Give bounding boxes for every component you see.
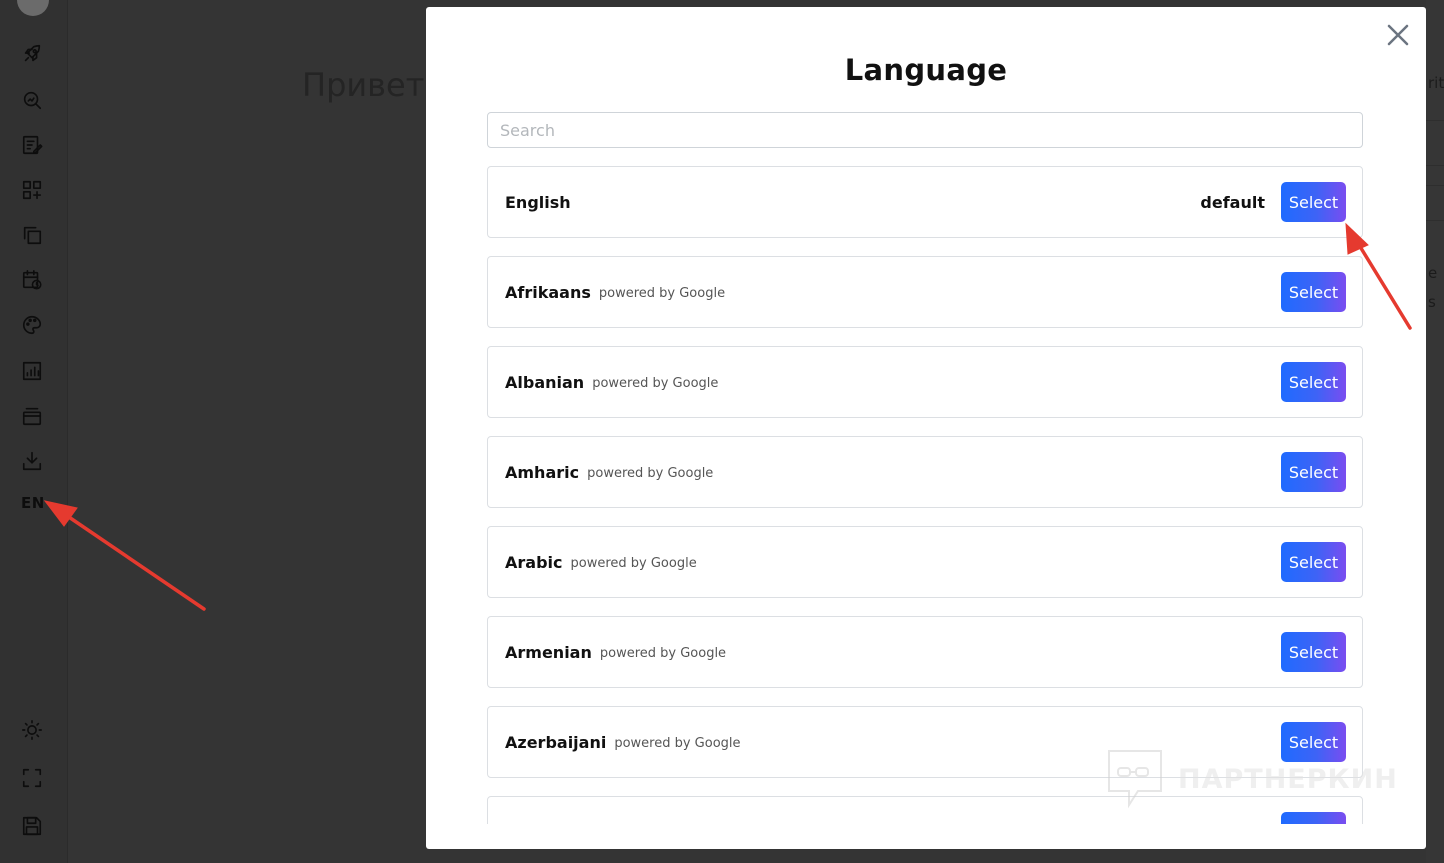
powered-by-label: powered by Google [599,645,727,661]
language-row-albanian: Albanian powered by Google Select [487,346,1363,418]
language-row-amharic: Amharic powered by Google Select [487,436,1363,508]
edit-note-icon[interactable] [20,133,44,157]
archive-icon[interactable] [20,404,44,428]
select-button-albanian[interactable]: Select [1281,362,1346,402]
watermark-text: ПАРТНЕРКИН [1178,763,1398,795]
background-text-fragment: rit [1428,74,1444,92]
language-name: Afrikaans [505,282,591,302]
powered-by-label: powered by Google [614,735,741,751]
watermark: ПАРТНЕРКИН [1106,748,1398,810]
powered-by-label: powered by Google [570,555,697,571]
palette-icon[interactable] [20,313,44,337]
select-button-arabic[interactable]: Select [1281,542,1346,582]
apps-add-icon[interactable] [20,178,44,202]
default-label: default [1200,192,1265,212]
background-right-panel: rit e s [1426,0,1444,863]
language-list: English default Select Afrikaans powered… [487,166,1365,824]
language-name: English [505,192,571,212]
copy-icon[interactable] [20,223,44,247]
download-icon[interactable] [20,449,44,473]
select-button-afrikaans[interactable]: Select [1281,272,1346,312]
close-icon [1387,24,1409,46]
save-icon[interactable] [20,814,44,838]
language-name: Arabic [505,552,563,572]
powered-by-label: powered by Google [592,375,719,391]
background-text-fragment: e [1428,264,1438,282]
language-row-afrikaans: Afrikaans powered by Google Select [487,256,1363,328]
calendar-clock-icon[interactable] [20,268,44,292]
fullscreen-icon[interactable] [20,766,44,790]
language-name: Azerbaijani [505,732,607,752]
background-page-heading: Привет [302,66,425,104]
modal-title: Language [844,53,1008,87]
language-name: Amharic [505,462,580,482]
select-button-english[interactable]: Select [1281,182,1346,222]
search-input[interactable] [487,112,1363,148]
language-row-armenian: Armenian powered by Google Select [487,616,1363,688]
close-button[interactable] [1384,21,1412,49]
select-button-armenian[interactable]: Select [1281,632,1346,672]
select-button-partial[interactable]: Select [1281,812,1346,824]
bar-chart-icon[interactable] [20,359,44,383]
language-row-english: English default Select [487,166,1363,238]
sun-icon[interactable] [20,718,44,742]
rocket-icon[interactable] [20,42,44,66]
avatar[interactable] [17,0,49,16]
search-analytics-icon[interactable] [20,88,44,112]
powered-by-label: powered by Google [598,285,726,301]
chat-bubble-logo-icon [1108,750,1162,809]
select-button-amharic[interactable]: Select [1281,452,1346,492]
language-row-arabic: Arabic powered by Google Select [487,526,1363,598]
arrow-to-language-code [58,509,206,611]
language-switcher[interactable]: EN [21,494,45,512]
sidebar: EN [0,0,68,863]
language-modal: Language English default Select Afrikaan… [426,7,1426,849]
powered-by-label: powered by Google [587,465,714,481]
language-name: Armenian [505,642,592,662]
language-name: Albanian [505,372,585,392]
background-text-fragment: s [1428,293,1436,311]
